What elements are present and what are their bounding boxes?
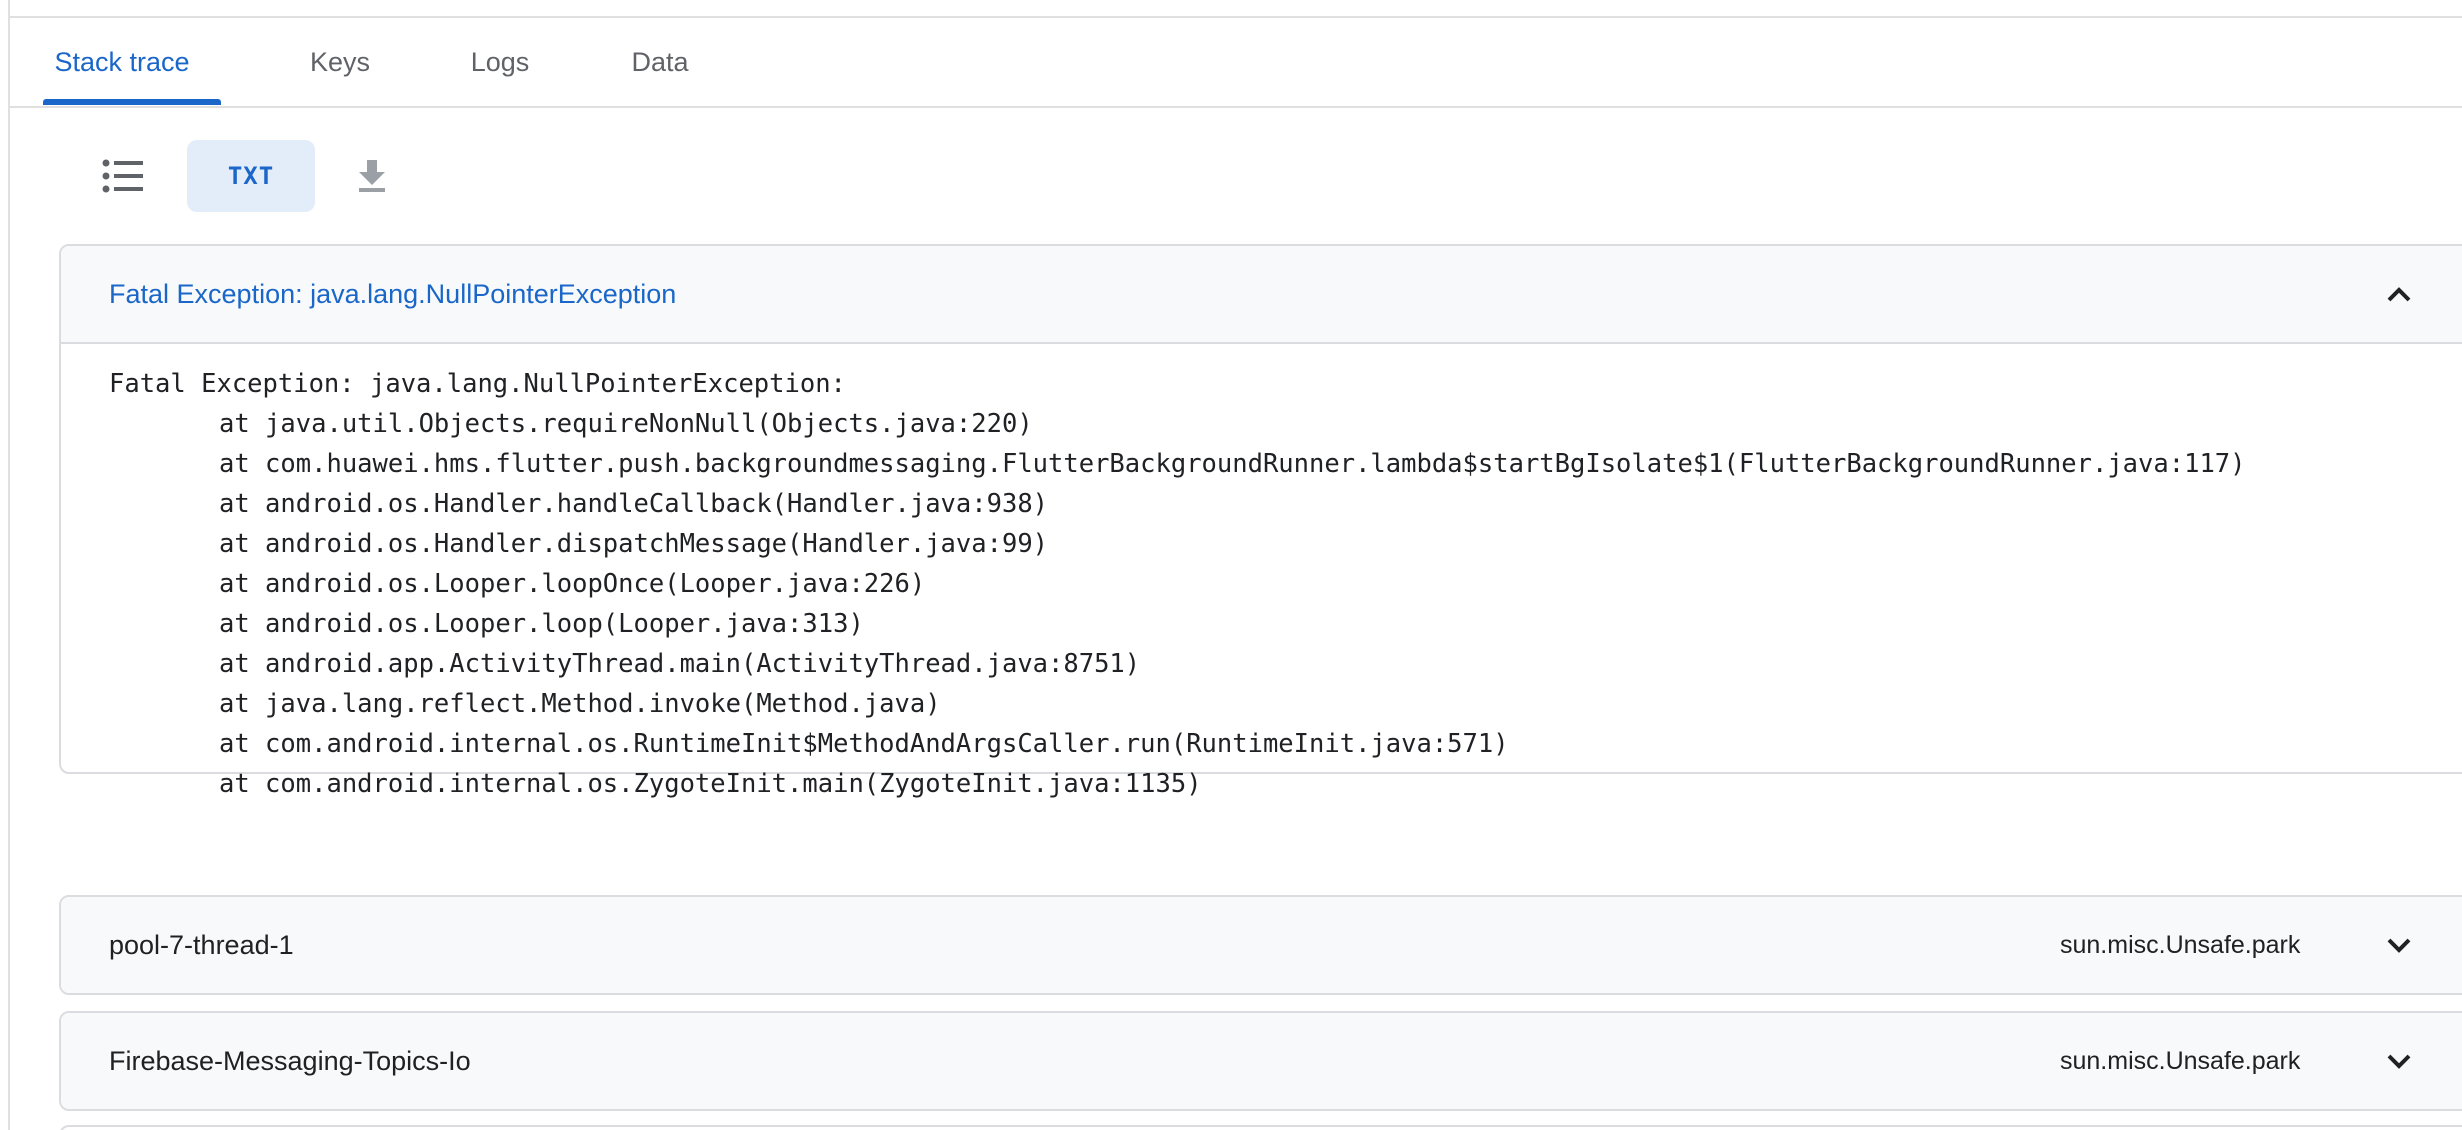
list-icon [102, 159, 143, 193]
download-icon [359, 160, 385, 192]
stack-trace-body: Fatal Exception: java.lang.NullPointerEx… [61, 342, 2462, 799]
chevron-up-icon[interactable] [2381, 276, 2417, 312]
thread-name: Firebase-Messaging-Topics-Io [109, 1045, 471, 1076]
trace-frame: at com.android.internal.os.RuntimeInit$M… [219, 729, 1509, 759]
trace-frame: at android.os.Handler.dispatchMessage(Ha… [219, 529, 1049, 559]
tab-logs[interactable]: Logs [450, 18, 550, 106]
thread-panel-header[interactable]: Firebase-Messaging-Topics-Io sun.misc.Un… [61, 1013, 2462, 1109]
trace-frame: at java.lang.reflect.Method.invoke(Metho… [219, 689, 941, 719]
exception-title: Fatal Exception: java.lang.NullPointerEx… [109, 278, 677, 309]
trace-frame: at com.huawei.hms.flutter.push.backgroun… [219, 449, 2246, 479]
thread-panel-partial[interactable] [59, 1125, 2462, 1130]
thread-panel[interactable]: Firebase-Messaging-Topics-Io sun.misc.Un… [59, 1011, 2462, 1111]
exception-panel: Fatal Exception: java.lang.NullPointerEx… [59, 244, 2462, 799]
trace-frame: at android.os.Looper.loop(Looper.java:31… [219, 609, 864, 639]
trace-frame: at com.android.internal.os.ZygoteInit.ma… [219, 769, 1202, 799]
trace-frame: at android.os.Looper.loopOnce(Looper.jav… [219, 569, 926, 599]
txt-view-button[interactable]: TXT [187, 140, 315, 212]
trace-frame: at java.util.Objects.requireNonNull(Obje… [219, 409, 1033, 439]
tab-bar: Stack trace Keys Logs Data [10, 18, 2462, 108]
tab-keys[interactable]: Keys [280, 18, 400, 106]
chevron-down-icon[interactable] [2381, 1043, 2417, 1079]
trace-header-line: Fatal Exception: java.lang.NullPointerEx… [109, 369, 846, 399]
left-divider [8, 0, 10, 1130]
thread-top-frame: sun.misc.Unsafe.park [2060, 930, 2301, 959]
thread-panel-header[interactable]: pool-7-thread-1 sun.misc.Unsafe.park [61, 897, 2462, 993]
tab-data[interactable]: Data [610, 18, 710, 106]
chevron-down-icon[interactable] [2381, 927, 2417, 963]
list-view-button[interactable] [90, 148, 156, 204]
trace-frame: at android.os.Handler.handleCallback(Han… [219, 489, 1049, 519]
tab-stack-trace[interactable]: Stack trace [33, 18, 211, 106]
exception-panel-header[interactable]: Fatal Exception: java.lang.NullPointerEx… [61, 246, 2462, 342]
thread-panel[interactable]: pool-7-thread-1 sun.misc.Unsafe.park [59, 895, 2462, 995]
download-button[interactable] [352, 154, 392, 198]
crash-details-page: Stack trace Keys Logs Data TXT Fatal Exc… [0, 0, 2462, 1130]
active-tab-indicator [43, 99, 221, 105]
trace-frame: at android.app.ActivityThread.main(Activ… [219, 649, 1141, 679]
thread-top-frame: sun.misc.Unsafe.park [2060, 1046, 2301, 1075]
thread-name: pool-7-thread-1 [109, 929, 294, 960]
